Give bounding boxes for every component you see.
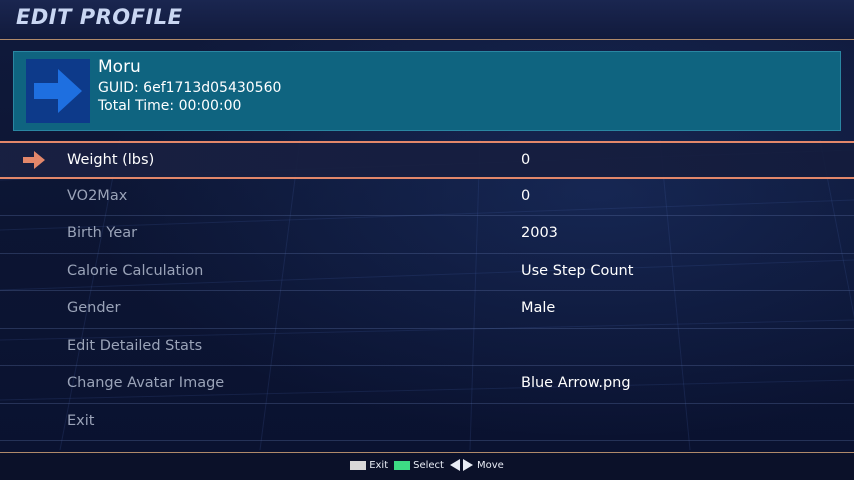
menu-item-value: 0 <box>521 152 531 168</box>
menu-item-vo2max[interactable]: VO2Max 0 <box>0 179 854 216</box>
move-hint: Move <box>476 459 504 471</box>
menu-item-label: VO2Max <box>67 187 128 204</box>
menu-item-change-avatar[interactable]: Change Avatar Image Blue Arrow.png <box>0 366 854 404</box>
menu-item-value: Use Step Count <box>521 262 634 279</box>
menu-item-calorie-calculation[interactable]: Calorie Calculation Use Step Count <box>0 254 854 291</box>
select-hint: Select <box>413 459 444 471</box>
menu-item-label: Birth Year <box>67 225 138 241</box>
menu-item-label: Change Avatar Image <box>67 375 225 391</box>
menu-item-value: Male <box>521 300 556 316</box>
menu-item-label: Weight (lbs) <box>67 152 155 168</box>
blue-arrow-icon <box>34 69 82 113</box>
selection-arrow-icon <box>23 151 45 169</box>
menu-item-label: Calorie Calculation <box>67 262 204 279</box>
avatar <box>26 59 90 123</box>
profile-guid: GUID: 6ef1713d05430560 <box>98 80 282 96</box>
menu-item-edit-detailed-stats[interactable]: Edit Detailed Stats <box>0 329 854 366</box>
menu-item-exit[interactable]: Exit <box>0 404 854 441</box>
exit-hint: Exit <box>369 459 389 471</box>
profile-total-time: Total Time: 00:00:00 <box>98 98 242 114</box>
menu-item-gender[interactable]: Gender Male <box>0 291 854 329</box>
right-arrow-icon <box>462 459 473 471</box>
menu-item-weight[interactable]: Weight (lbs) 0 <box>0 141 854 179</box>
menu-item-value: Blue Arrow.png <box>521 375 631 391</box>
profile-card: Moru GUID: 6ef1713d05430560 Total Time: … <box>13 51 841 131</box>
menu-item-value: 2003 <box>521 225 558 241</box>
page-title: EDIT PROFILE <box>16 5 183 29</box>
menu-item-label: Gender <box>67 300 121 316</box>
controls-footer: Exit Select Move <box>0 452 854 480</box>
menu-item-value: 0 <box>521 187 531 204</box>
menu-item-label: Exit <box>67 412 95 429</box>
profile-menu: Weight (lbs) 0 VO2Max 0 Birth Year 2003 … <box>0 141 854 441</box>
select-key-icon <box>394 460 411 470</box>
left-arrow-icon <box>449 459 460 471</box>
exit-key-icon <box>350 460 367 470</box>
menu-item-label: Edit Detailed Stats <box>67 337 203 354</box>
header-bar: EDIT PROFILE <box>0 0 854 40</box>
menu-item-birth-year[interactable]: Birth Year 2003 <box>0 216 854 254</box>
profile-name: Moru <box>98 57 141 77</box>
